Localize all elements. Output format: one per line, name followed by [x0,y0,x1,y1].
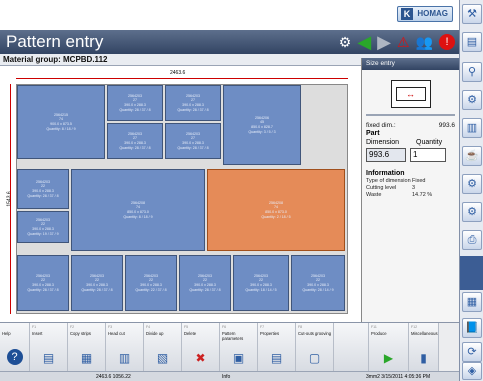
status-info: Info [222,374,231,380]
size-entry-panel: Size entry ↔ fixed dim.: 993.6 Part Dime… [361,58,459,322]
pattern-canvas[interactable]: 2463.6 1543.6 256421574900.0 x 873.5Quan… [0,66,361,322]
stack2-icon[interactable]: ▦ [462,292,482,312]
part[interactable]: 2564203 22 390.0 x 288.3 Quantity: 28 / 37 … [179,255,231,311]
divide-up-icon: ▧ [156,351,169,365]
arrow-right-icon[interactable]: ▶ [377,32,391,52]
properties-button[interactable]: F7 Properties ▤ [258,323,296,372]
part[interactable]: 2564203 27 390.0 x 288.3 Quantity: 28 / 37 … [165,85,221,121]
part[interactable]: 2564203 22 390.0 x 288.3 Quantity: 18 / 14 … [233,255,289,311]
help-icon: ? [6,349,23,365]
part[interactable]: 2564203 22 390.0 x 288.3 Quantity: 28 / 37 … [71,255,123,311]
part[interactable]: 2564203 22 390.0 x 288.3 Quantity: 19 / 37 … [17,211,69,243]
stack-icon[interactable]: ▥ [462,118,482,138]
produce-icon: ▶ [383,351,394,365]
part[interactable]: 2564203 22 390.0 x 288.3 Quantity: 28 / 37 … [17,169,69,209]
head-cut-icon: ▥ [118,351,131,365]
status-coordinates: 2463.6 1056.22 [96,374,131,380]
width-ruler: 2463.6 [170,70,186,76]
size-diagram-icon: ↔ [390,80,431,108]
logo-text: HOMAG [417,9,448,18]
pattern-parameters-button[interactable]: F6 Pattern parameters ▣ [220,323,258,372]
head-cut-button[interactable]: F3 Head cut ▥ [106,323,144,372]
cut-outs-icon: ▢ [308,351,321,365]
pattern-parameters-icon: ▣ [232,351,245,365]
part[interactable]: 2564203 27 390.0 x 288.3 Quantity: 28 / 37 … [165,123,221,159]
info-row: Type of dimension Fixed [366,178,426,184]
copy-strips-icon: ▦ [80,351,93,365]
empty-function-slot [334,323,369,372]
miscellaneous-button[interactable]: F12 Miscellaneous ▮ [409,323,439,372]
part[interactable]: 2564206 45 850.0 x 828.7 Quantity: 3 / 5 / … [223,85,301,165]
part[interactable]: 2564203 22 390.0 x 288.3 Quantity: 22 / 37 … [125,255,177,311]
tools-icon[interactable]: ⚙ [339,32,352,52]
fixed-dim-row: fixed dim.: 993.6 [362,122,459,129]
fixed-dim-value: 993.6 [438,122,455,129]
produce-button[interactable]: F11 Produce ▶ [369,323,409,372]
dimension-arrow-icon: ↔ [395,87,426,101]
insert-button[interactable]: F1 Insert ▤ [30,323,68,372]
arrow-left-icon[interactable]: ◀ [357,32,371,52]
search-icon[interactable]: ⚲ [462,62,482,82]
help-button[interactable]: Help ? [0,323,30,372]
cut-outs-grooving-button[interactable]: F8 Cut-outs grooving ▢ [296,323,334,372]
right-toolbar: ⚒ ▤ ⚲ ⚙ ▥ ☕ ⚙ ⚙ ⎙ ▦ 📘 ⟳ ◈ [459,0,483,381]
gear-icon[interactable]: ⚙ [462,174,482,194]
board-sheet[interactable]: 2564215 74 900.0 x 873.5 Quantity: 8 / 18 /… [16,84,348,314]
part[interactable]: 2564215 74 900.0 x 873.5 Quantity: 8 / 18 /… [17,85,105,159]
saw-icon[interactable]: ⚙ [462,90,482,110]
delete-icon: ✖ [195,351,206,365]
dimension-input[interactable]: 993.6 [366,148,406,162]
size-entry-header: Size entry [362,58,459,70]
function-bar: Help ? F1 Insert ▤ F2 Copy strips ▦ F3 Head… [0,322,459,372]
pattern-icon[interactable]: ▤ [462,32,482,52]
machine-icon[interactable]: ⚒ [462,4,482,24]
width-ruler-line [16,78,348,79]
status-bar: 2463.6 1056.22 Info 3mm2 3/15/2011 4:05:… [0,371,459,381]
quantity-label: Quantity [416,139,443,146]
divide-up-button[interactable]: F4 Divide up ▧ [144,323,182,372]
settings-icon[interactable]: ⚙ [462,202,482,222]
part[interactable]: 2564203 27 390.0 x 288.3 Quantity: 28 / 37 … [107,123,163,159]
layers-icon[interactable]: ◈ [462,362,482,380]
part-selected[interactable]: 2564208 74 850.0 x 873.0 Quantity: 2 / 18 /… [207,169,345,251]
material-group-label: Material group: MCPBD.112 [3,55,108,64]
dimension-inputs: 993.6 1 [362,148,459,162]
page-title: Pattern entry [6,32,104,51]
title-bar: Pattern entry ⚙ ◀ ▶ ⚠ 👥 ! [0,30,459,54]
information-title: Information [366,170,405,177]
divider [366,114,455,116]
print-icon[interactable]: ⎙ [462,230,482,250]
warning-icon[interactable]: ⚠ [397,32,410,52]
part[interactable]: 2564203 22 390.0 x 288.3 Quantity: 28 / 37 … [17,255,69,311]
fixed-dim-label: fixed dim.: [366,122,396,129]
stop-icon[interactable]: ! [439,34,455,50]
part[interactable]: 2564203 22 390.0 x 288.3 Quantity: 28 / 14 … [291,255,345,311]
miscellaneous-icon: ▮ [420,351,427,365]
cup-icon[interactable]: ☕ [462,146,482,166]
delete-button[interactable]: F5 Delete ✖ [182,323,220,372]
info-row: Cutting level 3 [366,185,416,191]
part-title: Part [366,130,380,137]
part[interactable]: 2564208 74 850.0 x 873.0 Quantity: 8 / 18 /… [71,169,205,251]
rightbar-highlight [460,256,483,290]
homag-logo: K HOMAG [397,6,453,22]
dimension-label: Dimension [366,139,400,146]
height-ruler-line [10,84,11,314]
quantity-input[interactable]: 1 [410,148,446,162]
insert-icon: ▤ [42,351,55,365]
info-row: Waste 14.72 % [366,192,433,198]
properties-icon: ▤ [270,351,283,365]
status-datetime: 3mm2 3/15/2011 4:05:36 PM [366,374,431,380]
help-book-icon[interactable]: 📘 [462,318,482,338]
refresh-icon[interactable]: ⟳ [462,342,482,362]
dimension-header-row: Dimension Quantity [362,139,459,146]
copy-strips-button[interactable]: F2 Copy strips ▦ [68,323,106,372]
logo-mark: K [401,8,413,20]
people-icon[interactable]: 👥 [416,32,433,52]
part[interactable]: 2564203 27 390.0 x 288.3 Quantity: 28 / 37 … [107,85,163,121]
header-toolbar: ⚙ ◀ ▶ ⚠ 👥 ! [339,32,455,52]
top-bar: K HOMAG [0,0,459,30]
